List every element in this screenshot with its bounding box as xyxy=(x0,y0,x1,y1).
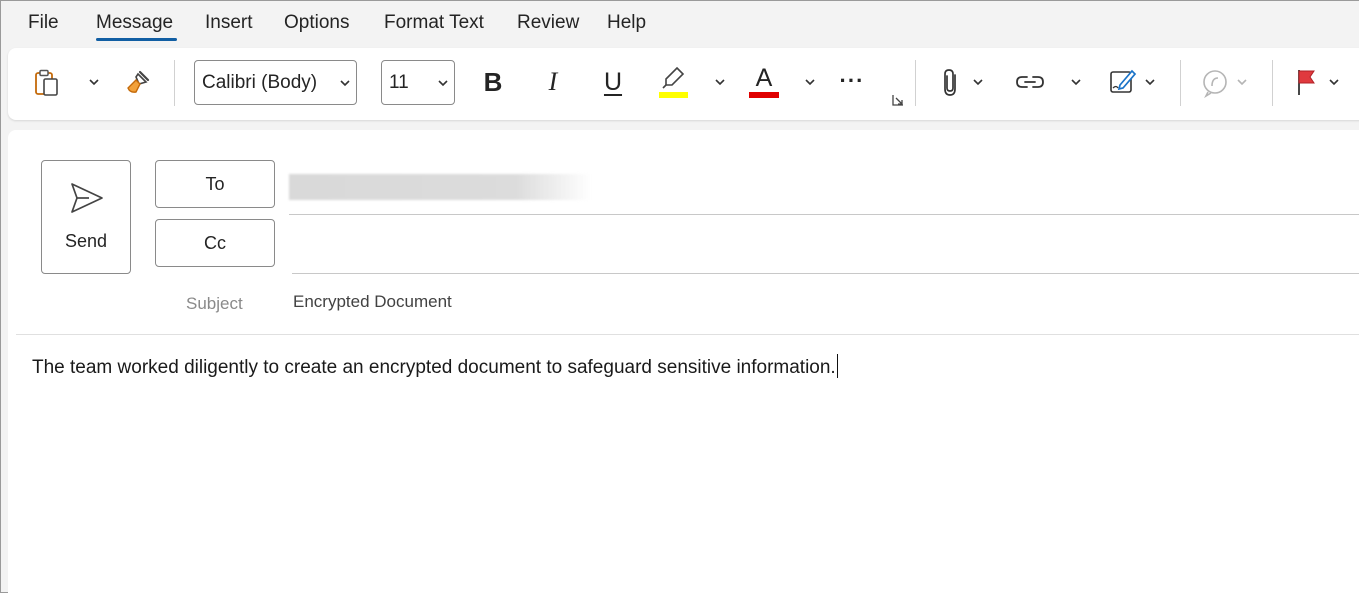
to-button[interactable]: To xyxy=(155,160,275,208)
font-color-button[interactable]: A xyxy=(746,62,782,102)
paste-button[interactable] xyxy=(30,66,64,100)
chevron-down-icon xyxy=(1145,79,1155,86)
speech-bubble-icon xyxy=(1203,70,1227,98)
font-size-value: 11 xyxy=(389,71,409,93)
separator xyxy=(174,60,175,106)
bold-button[interactable]: B xyxy=(478,66,508,98)
attach-dropdown[interactable] xyxy=(970,72,986,92)
flag-icon xyxy=(1298,70,1315,95)
chevron-down-icon xyxy=(1237,79,1247,86)
header-divider xyxy=(16,334,1359,335)
highlight-dropdown[interactable] xyxy=(712,72,728,92)
tab-file[interactable]: File xyxy=(28,12,59,34)
underline-button[interactable]: U xyxy=(598,66,628,98)
link-dropdown[interactable] xyxy=(1068,72,1084,92)
chevron-down-icon xyxy=(715,79,725,86)
dictate-dropdown xyxy=(1234,72,1250,92)
separator xyxy=(1272,60,1273,106)
paperclip-icon xyxy=(944,69,956,96)
chevron-down-icon xyxy=(805,79,815,86)
font-color-swatch xyxy=(749,92,779,98)
tab-message[interactable]: Message xyxy=(96,12,173,34)
insert-link-button[interactable] xyxy=(1012,66,1048,98)
chevron-down-icon xyxy=(334,79,356,87)
message-body[interactable]: The team worked diligently to create an … xyxy=(32,354,838,379)
flag-dropdown[interactable] xyxy=(1326,72,1342,92)
subject-field[interactable]: Encrypted Document xyxy=(293,292,1193,312)
chevron-down-icon xyxy=(89,79,99,86)
send-label: Send xyxy=(64,231,108,251)
paintbrush-icon xyxy=(127,70,150,93)
to-field-underline xyxy=(289,214,1359,215)
send-icon xyxy=(71,183,103,213)
signature-dropdown[interactable] xyxy=(1142,72,1158,92)
ribbon-toolbar: Calibri (Body) 11 B I U A ··· xyxy=(8,48,1359,120)
chevron-down-icon xyxy=(432,79,454,87)
chevron-down-icon xyxy=(1329,79,1339,86)
tab-help[interactable]: Help xyxy=(607,12,646,34)
follow-up-flag-button[interactable] xyxy=(1292,66,1322,98)
compose-pane: Send To Cc Subject Encrypted Document Th… xyxy=(8,130,1359,593)
cc-button[interactable]: Cc xyxy=(155,219,275,267)
separator xyxy=(915,60,916,106)
tab-options[interactable]: Options xyxy=(284,12,349,34)
font-color-glyph: A xyxy=(755,64,773,92)
more-options-button[interactable]: ··· xyxy=(834,66,870,96)
chevron-down-icon xyxy=(1071,79,1081,86)
tab-insert[interactable]: Insert xyxy=(205,12,253,34)
font-size-select[interactable]: 11 xyxy=(381,60,455,105)
font-name-select[interactable]: Calibri (Body) xyxy=(194,60,357,105)
paste-dropdown[interactable] xyxy=(86,72,102,92)
dictate-button xyxy=(1198,66,1232,100)
highlighter-icon xyxy=(659,66,688,98)
cc-field-underline xyxy=(292,273,1359,274)
chevron-down-icon xyxy=(973,79,983,86)
italic-button[interactable]: I xyxy=(538,66,568,98)
text-caret xyxy=(836,354,838,378)
tab-format-text[interactable]: Format Text xyxy=(384,12,484,34)
signature-pen-icon xyxy=(1110,69,1137,93)
to-recipient-redacted[interactable] xyxy=(289,174,591,200)
signature-button[interactable] xyxy=(1106,64,1140,98)
ribbon-tabs: File Message Insert Options Format Text … xyxy=(0,0,1359,48)
send-button[interactable]: Send xyxy=(41,160,131,274)
subject-label: Subject xyxy=(186,294,243,313)
clipboard-icon xyxy=(35,69,58,96)
highlight-button[interactable] xyxy=(656,64,690,100)
separator xyxy=(1180,60,1181,106)
tab-review[interactable]: Review xyxy=(517,12,579,34)
active-tab-indicator xyxy=(96,38,177,41)
format-painter-button[interactable] xyxy=(122,66,154,98)
dialog-launcher-icon xyxy=(892,95,903,106)
attach-file-button[interactable] xyxy=(936,66,966,100)
font-dialog-launcher[interactable] xyxy=(890,92,906,108)
message-body-text: The team worked diligently to create an … xyxy=(32,357,836,378)
font-color-dropdown[interactable] xyxy=(802,72,818,92)
link-icon xyxy=(1016,76,1044,88)
font-name-value: Calibri (Body) xyxy=(202,71,318,93)
